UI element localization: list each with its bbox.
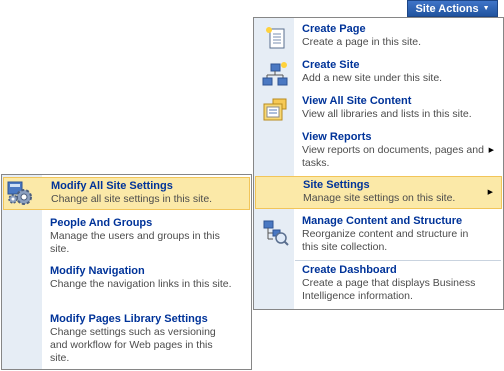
item-desc: View all libraries and lists in this sit… xyxy=(302,108,472,120)
settings-gear-icon xyxy=(7,181,32,205)
submenu-item-modify-all-site-settings[interactable]: Modify All Site Settings Change all site… xyxy=(3,177,250,210)
menu-item-site-settings[interactable]: Site Settings Manage site settings on th… xyxy=(255,176,502,209)
menu-item-create-dashboard[interactable]: Create Dashboard Create a page that disp… xyxy=(255,264,502,307)
item-desc: View reports on documents, pages and tas… xyxy=(302,144,484,169)
chevron-right-icon: ▶ xyxy=(487,189,493,196)
item-desc: Manage site settings on this site. xyxy=(303,192,456,204)
submenu-item-people-and-groups[interactable]: People And Groups Manage the users and g… xyxy=(3,217,250,260)
menu-item-create-page[interactable]: Create Page Create a page in this site. xyxy=(255,23,502,53)
item-desc: Change the navigation links in this site… xyxy=(50,278,232,290)
menu-separator xyxy=(295,260,501,261)
submenu-item-modify-pages-library-settings[interactable]: Modify Pages Library Settings Change set… xyxy=(3,313,250,368)
item-title: Modify Pages Library Settings xyxy=(50,313,208,325)
manage-content-icon xyxy=(263,220,289,246)
item-desc: Add a new site under this site. xyxy=(302,72,443,84)
item-title: People And Groups xyxy=(50,217,153,229)
menu-item-view-reports[interactable]: View Reports View reports on documents, … xyxy=(255,131,502,174)
menu-item-view-all-site-content[interactable]: View All Site Content View all libraries… xyxy=(255,95,502,125)
submenu-item-modify-navigation[interactable]: Modify Navigation Change the navigation … xyxy=(3,265,250,308)
item-desc: Change settings such as versioning and w… xyxy=(50,326,216,364)
item-title: View All Site Content xyxy=(302,95,412,107)
create-page-icon xyxy=(266,27,285,49)
item-title: Modify All Site Settings xyxy=(51,180,173,192)
menu-item-create-site[interactable]: Create Site Add a new site under this si… xyxy=(255,59,502,89)
item-desc: Manage the users and groups in this site… xyxy=(50,230,220,255)
site-actions-label: Site Actions xyxy=(415,2,479,15)
item-title: Create Page xyxy=(302,23,366,35)
site-actions-button[interactable]: Site Actions ▼ xyxy=(407,0,498,17)
item-desc: Reorganize content and structure in this… xyxy=(302,228,469,253)
site-content-icon xyxy=(263,98,287,121)
chevron-down-icon: ▼ xyxy=(482,5,490,12)
item-desc: Create a page in this site. xyxy=(302,36,422,48)
item-title: Modify Navigation xyxy=(50,265,145,277)
site-actions-menu: Create Page Create a page in this site. … xyxy=(253,17,504,310)
item-title: Create Site xyxy=(302,59,360,71)
item-title: Create Dashboard xyxy=(302,264,397,276)
item-title: Site Settings xyxy=(303,179,370,191)
site-settings-submenu: Modify All Site Settings Change all site… xyxy=(1,174,252,370)
item-desc: Create a page that displays Business Int… xyxy=(302,277,476,302)
item-title: Manage Content and Structure xyxy=(302,215,463,227)
item-title: View Reports xyxy=(302,131,372,143)
item-desc: Change all site settings in this site. xyxy=(51,193,213,205)
chevron-right-icon: ▶ xyxy=(488,147,494,154)
menu-item-manage-content[interactable]: Manage Content and Structure Reorganize … xyxy=(255,215,502,258)
create-site-icon xyxy=(262,62,288,86)
